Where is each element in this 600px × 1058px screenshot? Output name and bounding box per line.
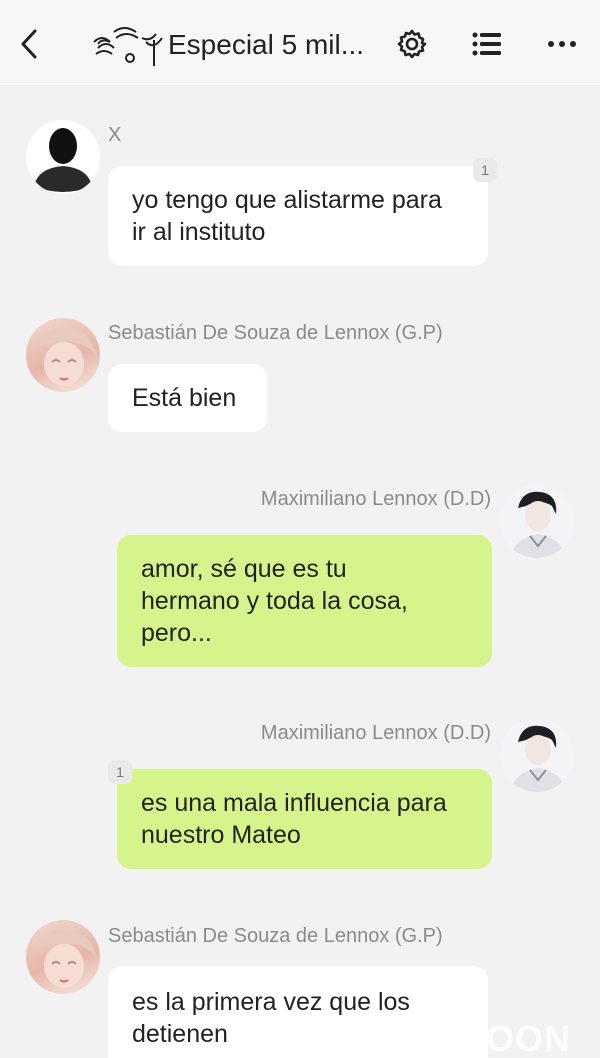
- default-silhouette-avatar-icon: [26, 120, 100, 194]
- decorative-emblem-icon: [93, 27, 163, 66]
- message-text: es la primera vez que los detienen: [132, 988, 410, 1048]
- more-button[interactable]: [544, 26, 580, 62]
- message-text: es una mala influencia para nuestro Mate…: [141, 789, 447, 849]
- sender-name: Sebastián De Souza de Lennox (G.P): [108, 925, 443, 947]
- more-horizontal-icon: [548, 41, 576, 47]
- message-text: Está bien: [132, 384, 237, 412]
- avatar[interactable]: [26, 920, 100, 994]
- avatar[interactable]: [500, 718, 574, 792]
- chevron-left-icon: [21, 29, 37, 59]
- character-avatar-icon: [32, 929, 96, 988]
- chat-title-area[interactable]: Especial 5 mil...: [92, 22, 364, 68]
- sender-name: X: [108, 124, 122, 146]
- watermark: OON: [486, 1018, 572, 1058]
- character-avatar-icon: [510, 491, 566, 558]
- avatar[interactable]: [26, 318, 100, 392]
- top-bar: Especial 5 mil...: [0, 0, 600, 86]
- gear-icon: [397, 29, 427, 59]
- settings-button[interactable]: [394, 26, 430, 62]
- back-button[interactable]: [14, 26, 44, 62]
- message-bubble[interactable]: amor, sé que es tu hermano y toda la cos…: [117, 535, 492, 667]
- character-avatar-icon: [32, 327, 96, 386]
- message-bubble[interactable]: Está bien: [108, 364, 267, 432]
- list-button[interactable]: [469, 26, 505, 62]
- avatar[interactable]: [26, 120, 100, 194]
- message-text: amor, sé que es tu hermano y toda la cos…: [141, 555, 408, 647]
- message-list[interactable]: X yo tengo que alistarme para ir al inst…: [0, 86, 600, 1058]
- sender-name: Maximiliano Lennox (D.D): [260, 488, 491, 510]
- list-icon: [472, 32, 501, 56]
- character-avatar-icon: [510, 725, 566, 792]
- chat-title: Especial 5 mil...: [168, 29, 365, 60]
- message-bubble[interactable]: es una mala influencia para nuestro Mate…: [117, 769, 492, 869]
- unread-count-badge: 1: [108, 760, 132, 784]
- avatar[interactable]: [500, 484, 574, 558]
- message-bubble[interactable]: es la primera vez que los detienen: [108, 966, 488, 1058]
- unread-count-badge: 1: [473, 158, 497, 182]
- sender-name: Maximiliano Lennox (D.D): [260, 722, 491, 744]
- message-text: yo tengo que alistarme para ir al instit…: [132, 186, 442, 246]
- message-bubble[interactable]: yo tengo que alistarme para ir al instit…: [108, 166, 488, 266]
- sender-name: Sebastián De Souza de Lennox (G.P): [108, 322, 443, 344]
